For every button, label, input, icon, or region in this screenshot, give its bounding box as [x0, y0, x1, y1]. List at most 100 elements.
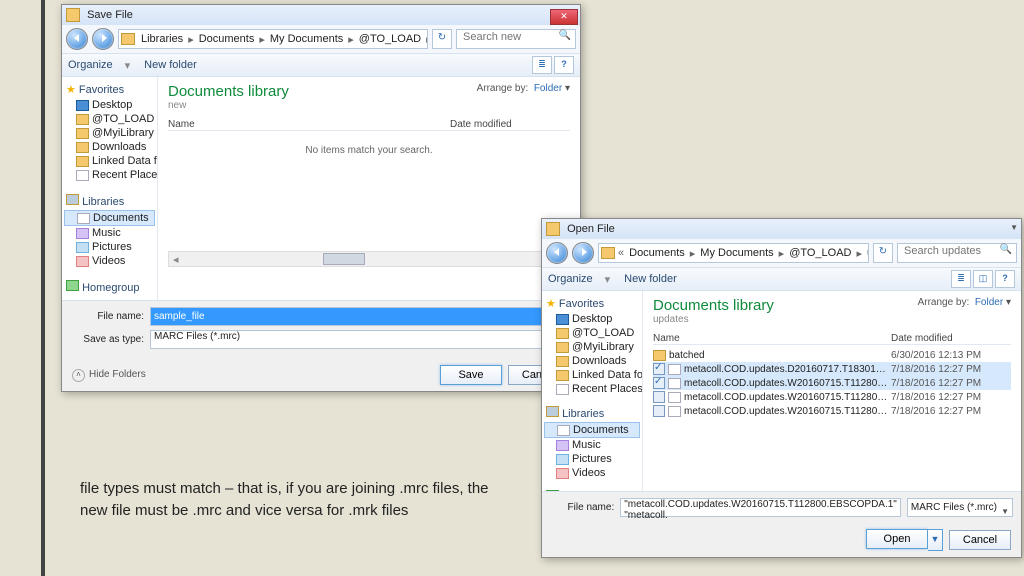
filename-input[interactable]: "metacoll.COD.updates.W20160715.T112800.…	[620, 498, 901, 517]
help-button[interactable]: ?	[995, 270, 1015, 288]
checkbox[interactable]	[653, 377, 665, 389]
nav-item[interactable]: Linked Data for B	[542, 368, 642, 382]
checkbox[interactable]	[653, 405, 665, 417]
crumb[interactable]: My Documents	[266, 33, 347, 45]
nav-item[interactable]: Recent Places	[62, 168, 157, 182]
col-date[interactable]: Date modified	[450, 119, 570, 130]
file-row[interactable]: metacoll.COD.updates.D20160717.T183015.E…	[653, 362, 1011, 376]
nav-item[interactable]: Downloads	[62, 140, 157, 154]
col-name[interactable]: Name	[168, 119, 450, 130]
column-headers[interactable]: Name Date modified	[653, 333, 1011, 345]
nav-item[interactable]: @MyiLibrary	[62, 126, 157, 140]
checkbox[interactable]	[653, 391, 665, 403]
slide-caption: file types must match – that is, if you …	[80, 478, 520, 522]
new-folder-button[interactable]: New folder	[624, 273, 677, 285]
col-name[interactable]: Name	[653, 333, 891, 344]
col-date[interactable]: Date modified	[891, 333, 1011, 344]
refresh-button[interactable]: ↻	[873, 243, 893, 263]
back-button[interactable]	[66, 28, 88, 50]
new-folder-button[interactable]: New folder	[144, 59, 197, 71]
file-date: 7/18/2016 12:27 PM	[891, 406, 1011, 417]
file-row[interactable]: metacoll.COD.updates.W20160715.T112800.S…	[653, 390, 1011, 404]
nav-documents[interactable]: Documents	[544, 422, 640, 438]
libraries-header[interactable]: Libraries	[542, 404, 642, 422]
breadcrumb[interactable]: « Documents▸ My Documents▸ @TO_LOAD▸ upd…	[598, 243, 869, 263]
crumb[interactable]: My Documents	[696, 247, 777, 259]
nav-desktop[interactable]: Desktop	[62, 98, 157, 112]
view-button[interactable]: ≣	[532, 56, 552, 74]
file-date: 6/30/2016 12:13 PM	[891, 350, 1011, 361]
view-button[interactable]: ≣	[951, 270, 971, 288]
saveastype-label: Save as type:	[72, 334, 144, 345]
forward-button[interactable]	[572, 242, 594, 264]
nav-pictures[interactable]: Pictures	[62, 240, 157, 254]
organize-menu[interactable]: Organize	[68, 59, 113, 71]
help-button[interactable]: ?	[554, 56, 574, 74]
forward-button[interactable]	[92, 28, 114, 50]
nav-music[interactable]: Music	[542, 438, 642, 452]
libraries-header[interactable]: Libraries	[62, 192, 157, 210]
search-box[interactable]: 🔍	[897, 243, 1017, 263]
filetype-filter[interactable]: MARC Files (*.mrc)▼	[907, 498, 1013, 517]
search-input[interactable]	[461, 30, 550, 44]
column-headers[interactable]: Name Date modified	[168, 119, 570, 131]
nav-item[interactable]: Linked Data for B	[62, 154, 157, 168]
checkbox[interactable]	[653, 363, 665, 375]
nav-music[interactable]: Music	[62, 226, 157, 240]
breadcrumb[interactable]: Libraries▸ Documents▸ My Documents▸ @TO_…	[118, 29, 428, 49]
organize-menu[interactable]: Organize	[548, 273, 593, 285]
homegroup-icon	[546, 490, 559, 491]
nav-pictures[interactable]: Pictures	[542, 452, 642, 466]
nav-item[interactable]: Recent Places	[542, 382, 642, 396]
crumb[interactable]: updates	[863, 247, 869, 259]
refresh-button[interactable]: ↻	[432, 29, 452, 49]
arrange-by[interactable]: Arrange by: Folder ▾	[477, 83, 570, 94]
nav-item[interactable]: @MyiLibrary	[542, 340, 642, 354]
nav-item[interactable]: @TO_LOAD	[62, 112, 157, 126]
close-button[interactable]: ✕	[550, 9, 578, 25]
file-row[interactable]: metacoll.COD.updates.W20160715.T112800.E…	[653, 376, 1011, 390]
arrange-by[interactable]: Arrange by: Folder ▾	[918, 297, 1011, 308]
app-icon	[546, 222, 560, 236]
window-title: Open File	[567, 223, 615, 235]
crumb[interactable]: @TO_LOAD	[785, 247, 855, 259]
crumb[interactable]: @TO_LOAD	[355, 33, 425, 45]
favorites-header[interactable]: ★Favorites	[542, 295, 642, 312]
folder-icon	[76, 142, 89, 153]
titlebar[interactable]: Open File	[542, 219, 1021, 239]
crumb[interactable]: Libraries	[137, 33, 187, 45]
homegroup-header[interactable]: Homegroup	[542, 488, 642, 491]
favorites-header[interactable]: ★Favorites	[62, 81, 157, 98]
crumb[interactable]: Documents	[625, 247, 689, 259]
nav-videos[interactable]: Videos	[542, 466, 642, 480]
cancel-button[interactable]: Cancel	[949, 530, 1011, 550]
save-file-dialog: Save File ✕ Libraries▸ Documents▸ My Doc…	[61, 4, 581, 392]
homegroup-header[interactable]: Homegroup	[62, 278, 157, 296]
nav-documents[interactable]: Documents	[64, 210, 155, 226]
nav-desktop[interactable]: Desktop	[542, 312, 642, 326]
hide-folders-toggle[interactable]: ˄Hide Folders	[62, 363, 156, 388]
filename-input[interactable]	[150, 307, 570, 326]
search-box[interactable]: 🔍	[456, 29, 576, 49]
saveastype-select[interactable]: MARC Files (*.mrc)▼	[150, 330, 570, 349]
open-button[interactable]: Open	[866, 529, 928, 549]
search-icon: 🔍	[559, 30, 571, 41]
nav-item[interactable]: Downloads	[542, 354, 642, 368]
save-button[interactable]: Save	[440, 365, 502, 385]
chevron-up-icon: ˄	[72, 369, 85, 382]
nav-item[interactable]: @TO_LOAD	[542, 326, 642, 340]
back-button[interactable]	[546, 242, 568, 264]
open-button-split[interactable]: Open ▼	[866, 529, 943, 551]
search-input[interactable]	[902, 244, 991, 258]
file-name: metacoll.COD.updates.W20160715.T112800.E…	[684, 378, 891, 389]
h-scrollbar[interactable]: ◂▸	[168, 251, 570, 267]
nav-videos[interactable]: Videos	[62, 254, 157, 268]
open-dropdown-arrow[interactable]: ▼	[928, 529, 943, 551]
libraries-icon	[66, 194, 79, 205]
file-row[interactable]: batched6/30/2016 12:13 PM	[653, 349, 1011, 362]
titlebar[interactable]: Save File ✕	[62, 5, 580, 25]
preview-button[interactable]: ◫	[973, 270, 993, 288]
file-date: 7/18/2016 12:27 PM	[891, 378, 1011, 389]
crumb[interactable]: Documents	[195, 33, 259, 45]
file-row[interactable]: metacoll.COD.updates.W20160715.T112800.s…	[653, 404, 1011, 418]
